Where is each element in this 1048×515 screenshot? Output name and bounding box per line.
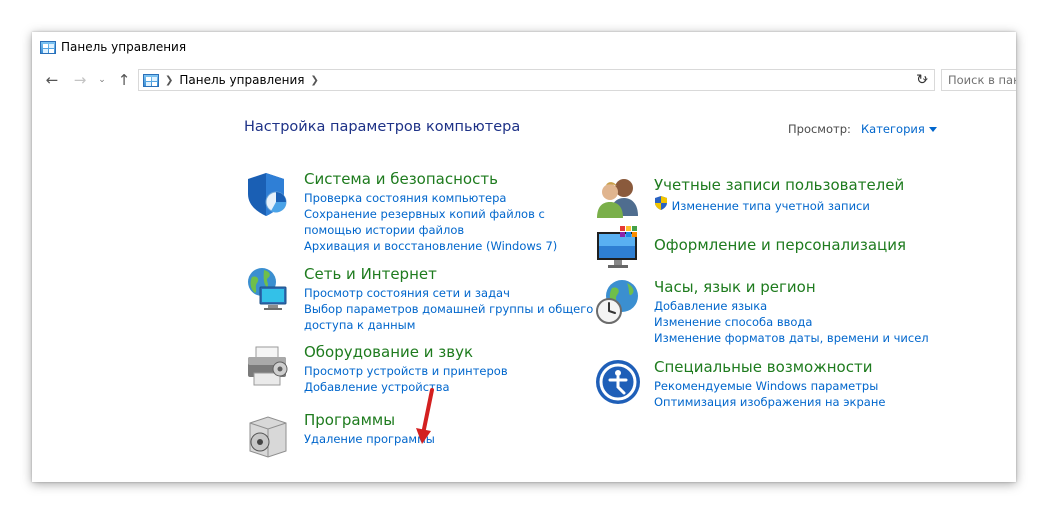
link-uninstall-program[interactable]: Удаление программы (304, 431, 594, 447)
breadcrumb-chevron-icon[interactable]: ❯ (310, 75, 318, 86)
programs-box-icon (249, 416, 287, 458)
shield-icon (248, 173, 287, 216)
link-change-account-type-label: Изменение типа учетной записи (671, 199, 870, 213)
title-bar: Панель управления (32, 32, 1016, 62)
view-by-value: Категория (861, 122, 925, 136)
search-input[interactable]: Поиск в пан (941, 69, 1016, 91)
link-change-date-time-formats[interactable]: Изменение форматов даты, времени и чисел (654, 330, 944, 346)
forward-arrow-icon[interactable]: → (70, 68, 90, 92)
category-title-ease-of-access[interactable]: Специальные возможности (654, 358, 872, 376)
link-change-input-method[interactable]: Изменение способа ввода (654, 314, 944, 330)
link-devices-printers[interactable]: Просмотр устройств и принтеров (304, 363, 594, 379)
ease-of-access-icon (596, 360, 640, 404)
link-optimize-display[interactable]: Оптимизация изображения на экране (654, 394, 944, 410)
link-check-computer-status[interactable]: Проверка состояния компьютера (304, 190, 594, 206)
address-bar[interactable]: ❯ Панель управления ❯ ⌄ (138, 69, 935, 91)
refresh-icon[interactable]: ↻ (912, 68, 932, 92)
up-arrow-icon[interactable]: ↑ (114, 68, 134, 92)
page-heading: Настройка параметров компьютера (244, 119, 521, 135)
printer-icon (248, 346, 288, 386)
link-homegroup-options[interactable]: Выбор параметров домашней группы и общег… (304, 301, 594, 333)
category-ease-of-access: Специальные возможности Рекомендуемые Wi… (594, 358, 974, 418)
back-arrow-icon[interactable]: ← (42, 68, 62, 92)
link-recommended-settings[interactable]: Рекомендуемые Windows параметры (654, 378, 944, 394)
category-user-accounts: Учетные записи пользователей Изменение т… (594, 174, 974, 224)
link-backup-restore-windows7[interactable]: Архивация и восстановление (Windows 7) (304, 238, 594, 254)
uac-shield-icon (655, 196, 667, 210)
link-change-account-type[interactable]: Изменение типа учетной записи (654, 196, 944, 214)
link-file-history-backup[interactable]: Сохранение резервных копий файлов с помо… (304, 206, 594, 238)
category-title-network-internet[interactable]: Сеть и Интернет (304, 265, 437, 283)
view-by-label: Просмотр: (788, 122, 851, 136)
navigation-bar: ← → ⌄ ↑ ❯ Панель управления ❯ ⌄ ↻ Поиск … (32, 68, 1016, 92)
category-network-internet: Сеть и Интернет Просмотр состояния сети … (244, 265, 604, 335)
link-add-device[interactable]: Добавление устройства (304, 379, 594, 395)
recent-locations-dropdown-icon[interactable]: ⌄ (96, 68, 108, 92)
category-title-system-security[interactable]: Система и безопасность (304, 170, 498, 188)
window-title: Панель управления (61, 40, 187, 54)
control-panel-icon (40, 40, 56, 54)
breadcrumb-control-panel[interactable]: Панель управления (179, 73, 304, 87)
control-panel-window: Панель управления ← → ⌄ ↑ ❯ Панель управ… (32, 32, 1016, 482)
chevron-down-icon (928, 127, 937, 132)
monitor-palette-icon (597, 226, 637, 268)
users-icon (597, 179, 638, 218)
link-add-language[interactable]: Добавление языка (654, 298, 944, 314)
category-system-security: Система и безопасность Проверка состояни… (244, 170, 604, 260)
category-title-programs[interactable]: Программы (304, 411, 395, 429)
red-arrow-annotation (416, 388, 434, 444)
network-globe-icon (248, 268, 287, 310)
category-title-clock-language-region[interactable]: Часы, язык и регион (654, 278, 816, 296)
category-clock-language-region: Часы, язык и регион Добавление языка Изм… (594, 278, 974, 348)
breadcrumb-separator-icon[interactable]: ❯ (165, 75, 173, 86)
category-appearance-personalization: Оформление и персонализация (594, 224, 974, 274)
view-by-dropdown[interactable]: Категория (861, 122, 937, 136)
globe-clock-icon (596, 280, 638, 324)
category-title-user-accounts[interactable]: Учетные записи пользователей (654, 176, 904, 194)
link-network-status[interactable]: Просмотр состояния сети и задач (304, 285, 594, 301)
address-control-panel-icon (143, 73, 159, 87)
category-title-hardware-sound[interactable]: Оборудование и звук (304, 343, 473, 361)
category-title-appearance-personalization[interactable]: Оформление и персонализация (654, 236, 906, 254)
